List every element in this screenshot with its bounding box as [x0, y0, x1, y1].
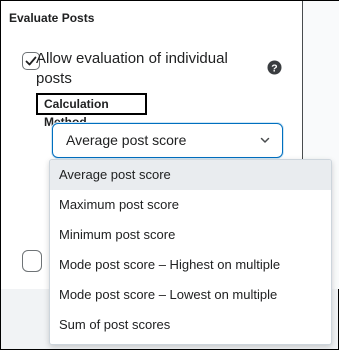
- calculation-method-select[interactable]: Average post score: [52, 123, 283, 158]
- allow-evaluation-label: Allow evaluation of individual posts: [36, 50, 228, 87]
- svg-text:?: ?: [271, 62, 277, 74]
- secondary-checkbox[interactable]: [22, 250, 42, 272]
- option-mode-lowest[interactable]: Mode post score – Lowest on multiple: [50, 280, 331, 310]
- section-title: Evaluate Posts: [9, 11, 95, 25]
- calculation-method-options: Average post score Maximum post score Mi…: [49, 159, 332, 345]
- option-minimum-post-score[interactable]: Minimum post score: [50, 220, 331, 250]
- option-maximum-post-score[interactable]: Maximum post score: [50, 190, 331, 220]
- option-sum-of-post-scores[interactable]: Sum of post scores: [50, 310, 331, 340]
- chevron-down-icon: [260, 137, 270, 143]
- help-circle-icon[interactable]: ?: [267, 60, 282, 75]
- evaluate-posts-panel: Evaluate Posts Allow evaluation of indiv…: [0, 0, 339, 350]
- calculation-method-label: Calculation Method: [36, 93, 147, 129]
- option-average-post-score[interactable]: Average post score: [50, 160, 331, 190]
- selected-value: Average post score: [66, 132, 187, 148]
- option-mode-highest[interactable]: Mode post score – Highest on multiple: [50, 250, 331, 280]
